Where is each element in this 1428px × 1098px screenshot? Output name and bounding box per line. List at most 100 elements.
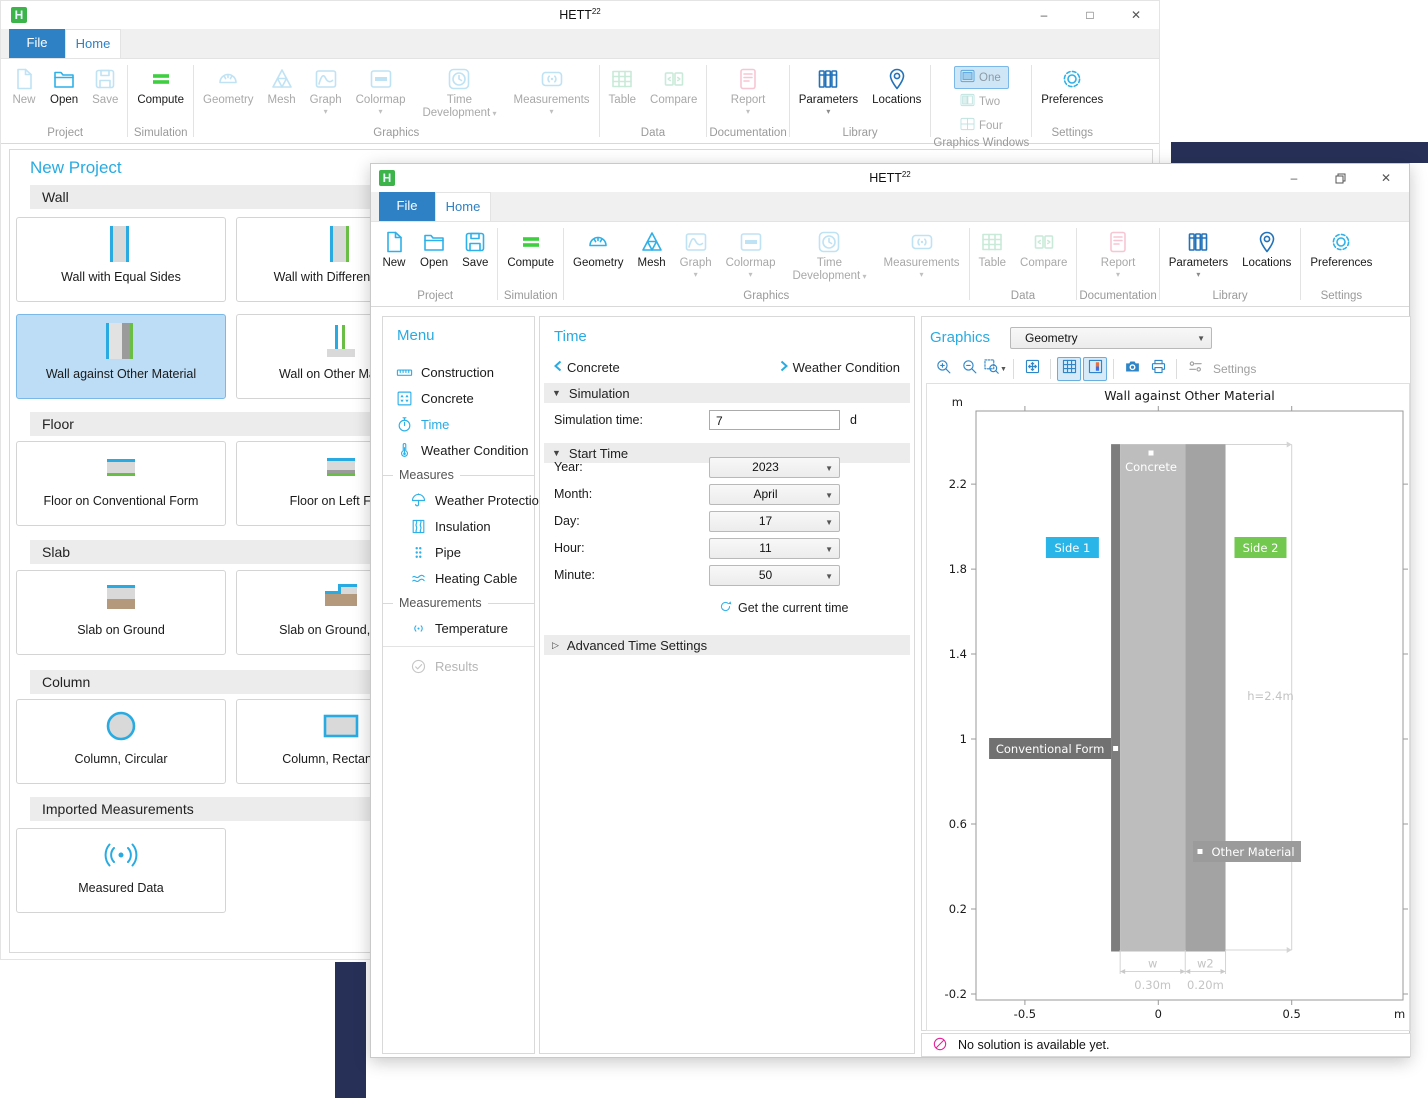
mesh-button[interactable]: Mesh [631, 227, 673, 270]
compare-button[interactable]: Compare [643, 64, 704, 107]
compute-button[interactable]: Compute [130, 64, 191, 107]
colorbar-toggle-button[interactable] [1083, 357, 1107, 381]
simulation-time-input[interactable]: 7 [709, 410, 840, 430]
chevron-down-icon: ▾ [746, 107, 750, 116]
project-card-floor-on-conventional-form[interactable]: Floor on Conventional Form [16, 441, 226, 526]
open-button[interactable]: Open [43, 64, 85, 107]
print-button[interactable] [1146, 357, 1170, 381]
nav-previous-concrete[interactable]: Concrete [554, 360, 620, 375]
floppy-icon [93, 64, 117, 94]
compute-button[interactable]: Compute [500, 227, 561, 270]
colormap-button[interactable]: Colormap▾ [719, 227, 783, 279]
graphics-view-dropdown[interactable]: Geometry ▼ [1010, 327, 1212, 349]
graphics-windows-four-button[interactable]: Four [954, 114, 1009, 137]
parameters-button[interactable]: Parameters▾ [1162, 227, 1235, 279]
menu-item-heating-cable[interactable]: Heating Cable [383, 565, 560, 591]
close-button[interactable]: ✕ [1113, 1, 1159, 29]
graphics-windows-two-button[interactable]: Two [954, 90, 1009, 113]
new-button[interactable]: New [5, 64, 43, 107]
zoom-out-button[interactable] [957, 357, 981, 381]
titlebar[interactable]: H HETT22 – ✕ [371, 164, 1409, 192]
preferences-button[interactable]: Preferences [1303, 227, 1379, 270]
menu-item-time[interactable]: Time [383, 411, 546, 437]
locations-button[interactable]: Locations [1235, 227, 1298, 270]
time-development-button[interactable]: Time Development ▾ [782, 227, 876, 283]
geometry-plot[interactable]: h=2.4mww20.30m0.20m2.21.81.410.60.2-0.2-… [927, 384, 1409, 1030]
new-button[interactable]: New [375, 227, 413, 270]
equals-icon [519, 227, 543, 257]
menu-item-weather-protection[interactable]: Weather Protection [383, 487, 560, 513]
hour-dropdown[interactable]: 11▼ [709, 538, 840, 559]
titlebar[interactable]: H HETT22 – □ ✕ [1, 1, 1159, 29]
zoom-extents-button[interactable] [1020, 357, 1044, 381]
table-button[interactable]: Table [602, 64, 644, 107]
menu-item-insulation[interactable]: Insulation [383, 513, 560, 539]
ribbon-group-data: TableCompareData [972, 222, 1075, 306]
graph-button[interactable]: Graph▾ [673, 227, 719, 279]
occluded-window-bottom-fragment [335, 962, 366, 1098]
preferences-button[interactable]: Preferences [1034, 64, 1110, 107]
zoom-in-button[interactable] [931, 357, 955, 381]
zoom-region-button[interactable]: ▼ [983, 357, 1007, 381]
month-dropdown[interactable]: April▼ [709, 484, 840, 505]
geometry-button[interactable]: Geometry [196, 64, 261, 107]
plot-settings-button[interactable] [1183, 357, 1207, 381]
parameters-button[interactable]: Parameters▾ [792, 64, 865, 116]
snapshot-button[interactable] [1120, 357, 1144, 381]
compare-icon [662, 64, 686, 94]
locations-button[interactable]: Locations [865, 64, 928, 107]
books-icon [1186, 227, 1210, 257]
compare-button[interactable]: Compare [1013, 227, 1074, 270]
mesh-button[interactable]: Mesh [261, 64, 303, 107]
nav-next-weather-condition[interactable]: Weather Condition [780, 360, 900, 375]
save-button[interactable]: Save [85, 64, 125, 107]
chevron-down-icon: ▾ [490, 109, 496, 118]
project-card-measured-data[interactable]: Measured Data [16, 828, 226, 913]
project-card-slab-on-ground[interactable]: Slab on Ground [16, 570, 226, 655]
measurements-button[interactable]: Measurements▾ [876, 227, 966, 279]
minimize-button[interactable]: – [1021, 1, 1067, 29]
tab-file[interactable]: File [379, 192, 435, 221]
graph-button[interactable]: Graph▾ [303, 64, 349, 116]
project-card-column-circular[interactable]: Column, Circular [16, 699, 226, 784]
foreground-window-hett: H HETT22 – ✕ FileHome NewOpenSaveProject… [370, 163, 1410, 1058]
clock2-icon [395, 416, 414, 433]
menu-item-weather-condition[interactable]: Weather Condition [383, 437, 546, 463]
menu-item-results[interactable]: Results [383, 653, 560, 679]
tab-home[interactable]: Home [65, 29, 121, 58]
report-button[interactable]: Report▾ [1094, 227, 1143, 279]
year-dropdown[interactable]: 2023▼ [709, 457, 840, 478]
get-current-time-button[interactable]: Get the current time [718, 599, 848, 617]
menu-item-construction[interactable]: Construction [383, 359, 546, 385]
colormap-button[interactable]: Colormap▾ [349, 64, 413, 116]
measurements-button[interactable]: Measurements▾ [506, 64, 596, 116]
open-button[interactable]: Open [413, 227, 455, 270]
close-button[interactable]: ✕ [1363, 164, 1409, 192]
day-dropdown[interactable]: 17▼ [709, 511, 840, 532]
restore-button[interactable] [1317, 164, 1363, 192]
minute-dropdown[interactable]: 50▼ [709, 565, 840, 586]
svg-text:0: 0 [1155, 1007, 1162, 1021]
save-button[interactable]: Save [455, 227, 495, 270]
graphics-windows-one-button[interactable]: One [954, 66, 1009, 89]
table-button[interactable]: Table [972, 227, 1014, 270]
maximize-button[interactable]: □ [1067, 1, 1113, 29]
report-button[interactable]: Report▾ [724, 64, 773, 116]
time-development-button[interactable]: Time Development ▾ [412, 64, 506, 120]
section-advanced-time-settings[interactable]: ▷ Advanced Time Settings [544, 635, 910, 655]
menu-item-pipe[interactable]: Pipe [383, 539, 560, 565]
menu-item-concrete[interactable]: Concrete [383, 385, 546, 411]
grid-toggle-button[interactable] [1057, 357, 1081, 381]
tab-home[interactable]: Home [435, 192, 491, 221]
tab-file[interactable]: File [9, 29, 65, 58]
geometry-button[interactable]: Geometry [566, 227, 631, 270]
svg-text:0.5: 0.5 [1283, 1007, 1301, 1021]
gridb-icon [1061, 358, 1078, 380]
project-card-wall-with-equal-sides[interactable]: Wall with Equal Sides [16, 217, 226, 302]
window-title: HETT22 [371, 170, 1409, 185]
expand-triangle-icon: ▷ [552, 640, 559, 651]
project-card-wall-against-other-material[interactable]: Wall against Other Material [16, 314, 226, 399]
section-simulation[interactable]: ▼ Simulation [544, 383, 910, 403]
minimize-button[interactable]: – [1271, 164, 1317, 192]
menu-item-temperature[interactable]: Temperature [383, 615, 560, 641]
